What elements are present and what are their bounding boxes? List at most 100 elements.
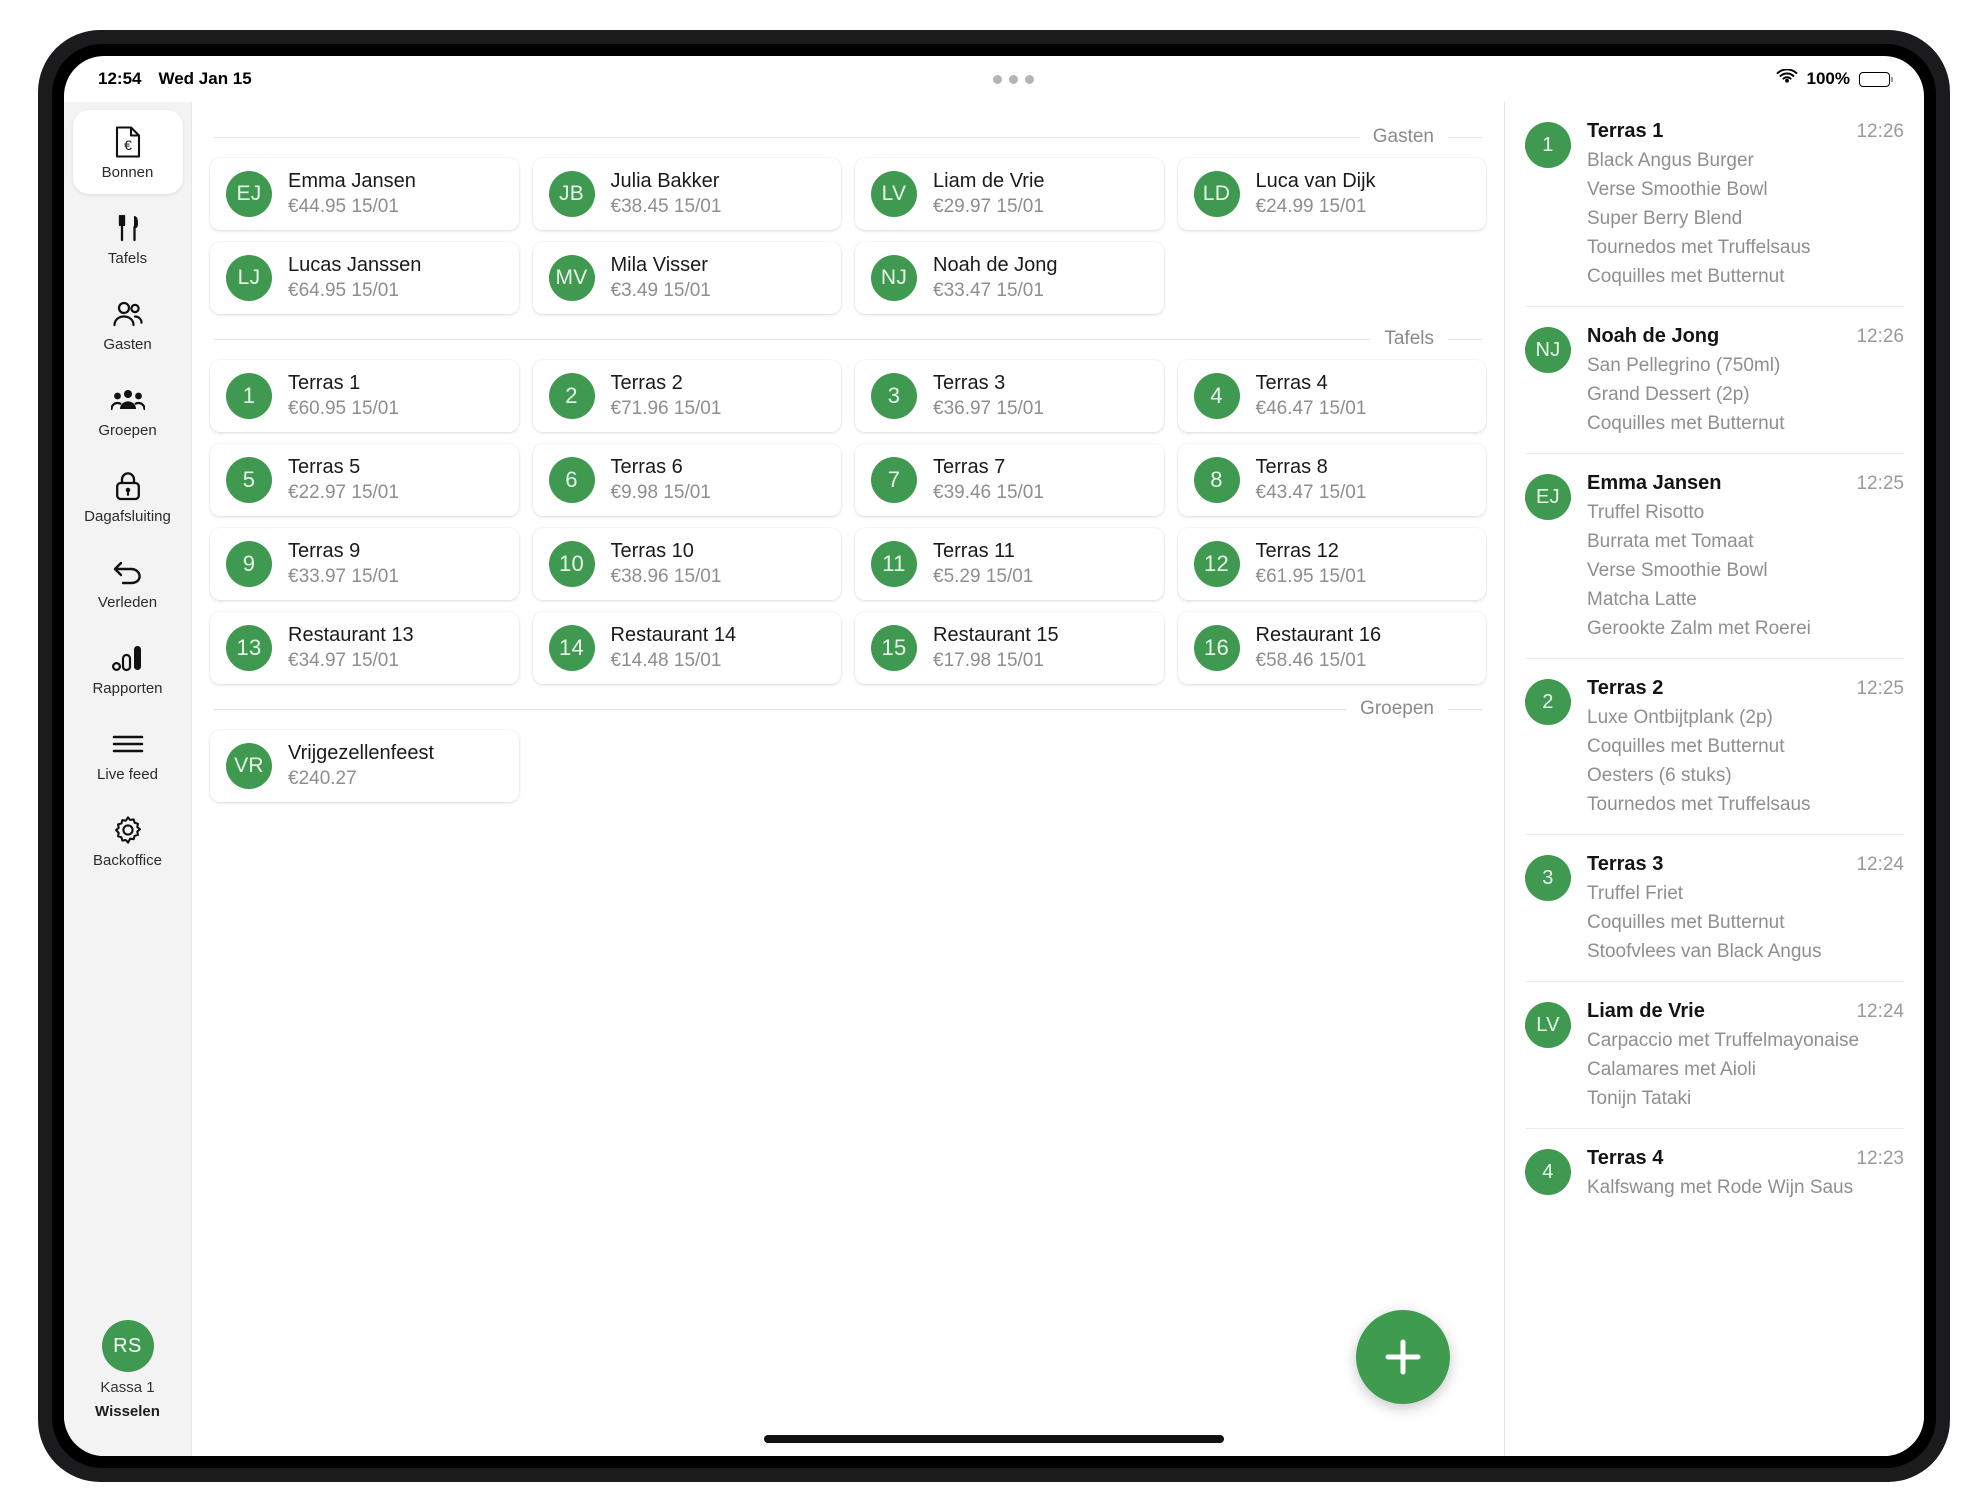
entity-card[interactable]: 7 Terras 7 €39.46 15/01 [855,444,1164,516]
feed-order-line: Black Angus Burger [1587,150,1754,171]
feed-title: Terras 3 [1587,853,1664,875]
entity-card[interactable]: 16 Restaurant 16 €58.46 15/01 [1177,612,1486,684]
entity-badge: VR [226,743,272,789]
feed-order-line: Coquilles met Butternut [1587,736,1785,757]
dot-icon [1009,74,1019,84]
sidebar-item-label: Backoffice [93,851,162,869]
feed-title: Terras 4 [1587,1147,1664,1169]
entity-title: Terras 9 [288,540,361,562]
feed-body: Terras 2 12:25 Luxe Ontbijtplank (2p) Coqui… [1587,677,1904,816]
divider [1448,136,1482,138]
feed-item[interactable]: 2 Terras 2 12:25 Luxe Ontbijtplank (2p) Coqu… [1525,659,1904,835]
entity-card-text: Liam de Vrie €29.97 15/01 [933,170,1045,218]
entity-title: Terras 12 [1255,540,1339,562]
cutlery-icon [111,211,145,245]
feed-item[interactable]: 4 Terras 4 12:23 Kalfswang met Rode Wijn Sa… [1525,1129,1904,1217]
entity-title: Terras 7 [933,456,1006,478]
entity-card[interactable]: 12 Terras 12 €61.95 15/01 [1177,528,1486,600]
feed-body: Noah de Jong 12:26 San Pellegrino (750ml) G… [1587,325,1904,435]
avatar: RS [101,1320,154,1372]
entity-card[interactable]: NJ Noah de Jong €33.47 15/01 [855,242,1164,314]
entity-card[interactable]: 5 Terras 5 €22.97 15/01 [210,444,519,516]
entity-subtitle: €71.96 15/01 [610,398,722,419]
feed-body: Emma Jansen 12:25 Truffel Risotto Burrata m… [1587,472,1904,640]
entity-card[interactable]: MV Mila Visser €3.49 15/01 [532,242,841,314]
entity-title: Restaurant 16 [1255,624,1382,646]
feed-header: Emma Jansen 12:25 [1587,472,1904,495]
entity-card[interactable]: LD Luca van Dijk €24.99 15/01 [1177,158,1486,230]
entity-badge: 7 [871,457,917,503]
bar-chart-icon [111,641,145,675]
entity-card[interactable]: 2 Terras 2 €71.96 15/01 [532,360,841,432]
home-indicator[interactable] [764,1435,1224,1443]
entity-badge: 5 [226,457,272,503]
entity-card[interactable]: 15 Restaurant 15 €17.98 15/01 [855,612,1164,684]
entity-card-text: Terras 3 €36.97 15/01 [933,372,1044,420]
entity-card[interactable]: LV Liam de Vrie €29.97 15/01 [855,158,1164,230]
sidebar-item-live-feed[interactable]: Live feed [73,712,183,796]
entity-badge: NJ [871,255,917,301]
entity-card[interactable]: 9 Terras 9 €33.97 15/01 [210,528,519,600]
entity-card[interactable]: 6 Terras 6 €9.98 15/01 [532,444,841,516]
entity-card[interactable]: 13 Restaurant 13 €34.97 15/01 [210,612,519,684]
wifi-icon [1776,67,1798,90]
feed-badge: 1 [1525,122,1571,168]
feed-order-line: San Pellegrino (750ml) [1587,355,1781,376]
status-date: Wed Jan 15 [158,69,252,88]
feed-order-line: Luxe Ontbijtplank (2p) [1587,707,1773,728]
entity-card-text: Terras 6 €9.98 15/01 [611,456,711,504]
feed-item[interactable]: NJ Noah de Jong 12:26 San Pellegrino (750ml… [1525,307,1904,454]
entity-subtitle: €38.96 15/01 [610,566,722,587]
entity-card[interactable]: JB Julia Bakker €38.45 15/01 [532,158,841,230]
feed-header: Terras 2 12:25 [1587,677,1904,700]
sidebar-item-label: Gasten [103,335,152,353]
entity-card[interactable]: 3 Terras 3 €36.97 15/01 [855,360,1164,432]
entity-subtitle: €36.97 15/01 [933,398,1044,419]
entity-badge: 6 [548,457,595,503]
entity-subtitle: €9.98 15/01 [610,482,711,503]
entity-card[interactable]: 8 Terras 8 €43.47 15/01 [1177,444,1486,516]
card-grid: VR Vrijgezellenfeest €240.27 [206,730,1490,802]
sidebar-item-tafels[interactable]: Tafels [73,196,183,280]
entity-card[interactable]: 1 Terras 1 €60.95 15/01 [210,360,519,432]
feed-order-line: Gerookte Zalm met Roerei [1587,618,1811,639]
sidebar-item-backoffice[interactable]: Backoffice [73,798,183,882]
entity-card-text: Terras 12 €61.95 15/01 [1256,540,1367,588]
live-feed-list: 1 Terras 1 12:26 Black Angus Burger Verse Sm… [1525,102,1904,1217]
feed-item[interactable]: 3 Terras 3 12:24 Truffel Friet Coquilles met… [1525,835,1904,982]
feed-order-line: Burrata met Tomaat [1587,531,1754,552]
entity-card[interactable]: 14 Restaurant 14 €14.48 15/01 [532,612,841,684]
sidebar-item-gasten[interactable]: Gasten [73,282,183,366]
sidebar-item-dagafsluiting[interactable]: Dagafsluiting [73,454,183,538]
sidebar-user-switch[interactable]: RS Kassa 1 Wisselen [95,1320,160,1456]
add-button[interactable] [1356,1310,1450,1404]
feed-item[interactable]: LV Liam de Vrie 12:24 Carpaccio met Truffel… [1525,982,1904,1129]
sidebar-item-verleden[interactable]: Verleden [73,540,183,624]
entity-card[interactable]: 10 Terras 10 €38.96 15/01 [532,528,841,600]
sidebar-nav-list: € Bonnen Tafels Gasten Groepen Dagafslui… [64,110,191,884]
status-bar-right: 100% [1776,67,1893,90]
entity-badge: 1 [226,373,272,419]
sidebar-item-bonnen[interactable]: € Bonnen [72,110,183,194]
entity-card-text: Terras 4 €46.47 15/01 [1256,372,1367,420]
receipt-euro-icon: € [111,125,145,159]
feed-item[interactable]: 1 Terras 1 12:26 Black Angus Burger Verse Sm… [1525,102,1904,307]
entity-subtitle: €29.97 15/01 [933,196,1044,217]
sidebar-item-rapporten[interactable]: Rapporten [73,626,183,710]
divider [214,338,1371,340]
sidebar-item-groepen[interactable]: Groepen [73,368,183,452]
feed-order-line: Grand Dessert (2p) [1587,384,1750,405]
entity-card[interactable]: LJ Lucas Janssen €64.95 15/01 [210,242,519,314]
feed-order-line: Carpaccio met Truffelmayonaise [1587,1030,1860,1051]
entity-badge: JB [548,171,595,217]
entity-card[interactable]: VR Vrijgezellenfeest €240.27 [210,730,519,802]
entity-card[interactable]: EJ Emma Jansen €44.95 15/01 [210,158,519,230]
entity-card[interactable]: 4 Terras 4 €46.47 15/01 [1177,360,1486,432]
entity-card-text: Terras 10 €38.96 15/01 [611,540,722,588]
entity-subtitle: €3.49 15/01 [610,280,711,301]
feed-item[interactable]: EJ Emma Jansen 12:25 Truffel Risotto Burrata… [1525,454,1904,659]
entity-subtitle: €44.95 15/01 [288,196,399,217]
entity-card[interactable]: 11 Terras 11 €5.29 15/01 [855,528,1164,600]
feed-order-line: Coquilles met Butternut [1587,266,1785,287]
entity-card-text: Restaurant 14 €14.48 15/01 [611,624,737,672]
